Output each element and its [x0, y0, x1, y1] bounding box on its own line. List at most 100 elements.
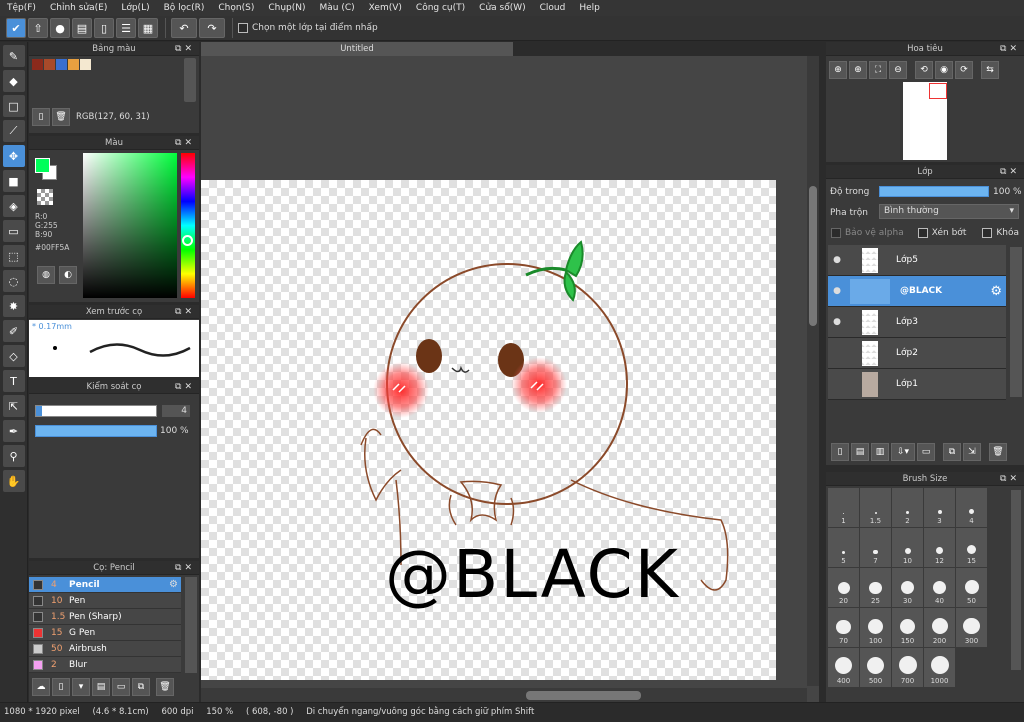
brush-size-slider[interactable] — [35, 405, 157, 417]
brush-copy-icon[interactable]: ▤ — [92, 678, 110, 696]
layer-folder-icon[interactable]: ▭ — [917, 443, 935, 461]
gradient-icon[interactable]: ▭ — [2, 220, 25, 242]
menu-view[interactable]: Xem(V) — [362, 0, 409, 16]
brush-size-cell[interactable]: 100 — [860, 608, 891, 647]
brush-size-cell[interactable]: 1.5 — [860, 488, 891, 527]
rotate-left-icon[interactable]: ⟲ — [915, 61, 933, 79]
brush-folder-icon[interactable]: ▭ — [112, 678, 130, 696]
color-mix-icon[interactable]: ◐ — [59, 266, 77, 284]
hue-slider[interactable] — [181, 153, 195, 298]
brush-size-cell[interactable]: 15 — [956, 528, 987, 567]
transform-icon[interactable]: ⇱ — [2, 395, 25, 417]
brush-item[interactable]: 2 Blur — [29, 657, 181, 673]
rotate-right-icon[interactable]: ⟳ — [955, 61, 973, 79]
menu-select[interactable]: Chọn(S) — [211, 0, 261, 16]
brush-item[interactable]: 10 Pen — [29, 593, 181, 609]
comment-icon[interactable]: ▤ — [72, 18, 92, 38]
menu-help[interactable]: Help — [572, 0, 607, 16]
select-pen-icon[interactable]: ✐ — [2, 320, 25, 342]
eye-icon[interactable]: ● — [830, 255, 844, 265]
select-eraser-icon[interactable]: ◇ — [2, 345, 25, 367]
brush-tool-icon[interactable]: ✎ — [2, 45, 25, 67]
color-swatch[interactable] — [56, 59, 67, 70]
menu-edit[interactable]: Chỉnh sửa(E) — [43, 0, 114, 16]
brush-size-cell[interactable]: 700 — [892, 648, 923, 687]
brush-size-cell[interactable]: 50 — [956, 568, 987, 607]
canvas-vertical-scrollbar[interactable] — [807, 56, 819, 686]
alpha-protect-checkbox[interactable] — [831, 228, 841, 238]
layer-row[interactable]: ● @BLACK ⚙ — [828, 276, 1006, 307]
import-layer-icon[interactable]: ▥ — [871, 443, 889, 461]
canvas-horizontal-scroll-thumb[interactable] — [526, 691, 641, 700]
list-icon[interactable]: ☰ — [116, 18, 136, 38]
brush-size-cell[interactable]: 500 — [860, 648, 891, 687]
hand-tool-icon[interactable]: ✋ — [2, 470, 25, 492]
rect-tool-icon[interactable]: □ — [2, 95, 25, 117]
brush-size-cell[interactable]: 400 — [828, 648, 859, 687]
palette-scrollbar[interactable] — [184, 58, 196, 102]
color-swatch[interactable] — [44, 59, 55, 70]
color-swatch[interactable] — [80, 59, 91, 70]
brush-opacity-slider[interactable] — [35, 425, 157, 437]
fill-rect-icon[interactable]: ■ — [2, 170, 25, 192]
zoom-in-icon[interactable]: ⊕ — [829, 61, 847, 79]
brush-size-cell[interactable]: 25 — [860, 568, 891, 607]
brush-size-cell[interactable]: 5 — [828, 528, 859, 567]
brush-size-cell[interactable]: 10 — [892, 528, 923, 567]
transparent-color-swatch[interactable] — [37, 189, 53, 205]
layer-settings-icon[interactable]: ⚙ — [990, 284, 1002, 299]
redo-icon[interactable]: ↷ — [199, 18, 225, 38]
chat-icon[interactable]: ● — [50, 18, 70, 38]
text-tool-icon[interactable]: T — [2, 370, 25, 392]
new-layer-alt-icon[interactable]: ▤ — [851, 443, 869, 461]
line-tool-icon[interactable]: ⟋ — [2, 120, 25, 142]
brush-size-cell[interactable]: 20 — [828, 568, 859, 607]
brush-item[interactable]: 1.5 Pen (Sharp) — [29, 609, 181, 625]
menu-window[interactable]: Cửa sổ(W) — [472, 0, 532, 16]
brush-size-scrollbar[interactable] — [1011, 490, 1021, 670]
cloud-brush-icon[interactable]: ☁ — [32, 678, 50, 696]
brush-size-value[interactable]: 4 — [162, 405, 190, 417]
menu-layer[interactable]: Lớp(L) — [114, 0, 156, 16]
brush-menu-icon[interactable]: ▾ — [72, 678, 90, 696]
grid-icon[interactable]: ▦ — [138, 18, 158, 38]
magic-wand-icon[interactable]: ✸ — [2, 295, 25, 317]
color-swatch[interactable] — [32, 59, 43, 70]
layer-row[interactable]: ● Lớp5 — [828, 245, 1006, 276]
eraser-tool-icon[interactable]: ◆ — [2, 70, 25, 92]
merge-layer-icon[interactable]: ⇲ — [963, 443, 981, 461]
flip-icon[interactable]: ⇆ — [981, 61, 999, 79]
navigator-preview[interactable] — [903, 82, 947, 160]
menu-filter[interactable]: Bộ lọc(R) — [157, 0, 212, 16]
menu-cloud[interactable]: Cloud — [533, 0, 573, 16]
delete-swatch-icon[interactable]: 🗑 — [52, 108, 70, 126]
new-brush-icon[interactable]: ▯ — [52, 678, 70, 696]
fit-icon[interactable]: ⛶ — [869, 61, 887, 79]
blend-select[interactable]: Bình thường ▾ — [879, 204, 1019, 219]
brush-size-cell[interactable]: 40 — [924, 568, 955, 607]
brush-size-cell[interactable]: 2 — [892, 488, 923, 527]
eye-icon[interactable]: ● — [830, 317, 844, 327]
clipping-checkbox[interactable] — [917, 228, 928, 238]
bucket-icon[interactable]: ◈ — [2, 195, 25, 217]
new-swatch-icon[interactable]: ▯ — [32, 108, 50, 126]
brush-size-cell[interactable]: 3 — [924, 488, 955, 527]
canvas-horizontal-scrollbar[interactable] — [201, 688, 807, 702]
brush-size-cell[interactable]: 12 — [924, 528, 955, 567]
brush-duplicate-icon[interactable]: ⧉ — [132, 678, 150, 696]
layer-row[interactable]: Lớp1 — [828, 369, 1006, 400]
layer-row[interactable]: Lớp2 — [828, 338, 1006, 369]
snap-checkbox[interactable] — [238, 23, 248, 33]
undo-icon[interactable]: ↶ — [171, 18, 197, 38]
menu-tools[interactable]: Công cụ(T) — [409, 0, 472, 16]
brush-size-cell[interactable]: 30 — [892, 568, 923, 607]
brush-size-cell[interactable]: 70 — [828, 608, 859, 647]
zoom-out-icon[interactable]: ⊖ — [889, 61, 907, 79]
canvas-tab[interactable]: Untitled — [201, 42, 513, 56]
lock-checkbox[interactable] — [982, 228, 993, 238]
canvas-vertical-scroll-thumb[interactable] — [809, 186, 817, 326]
eyedropper-icon[interactable]: ⚲ — [2, 445, 25, 467]
color-wheel-icon[interactable]: ◍ — [37, 266, 55, 284]
drawing-canvas[interactable]: @BLACK — [201, 180, 776, 680]
brush-size-handle[interactable] — [36, 406, 42, 416]
